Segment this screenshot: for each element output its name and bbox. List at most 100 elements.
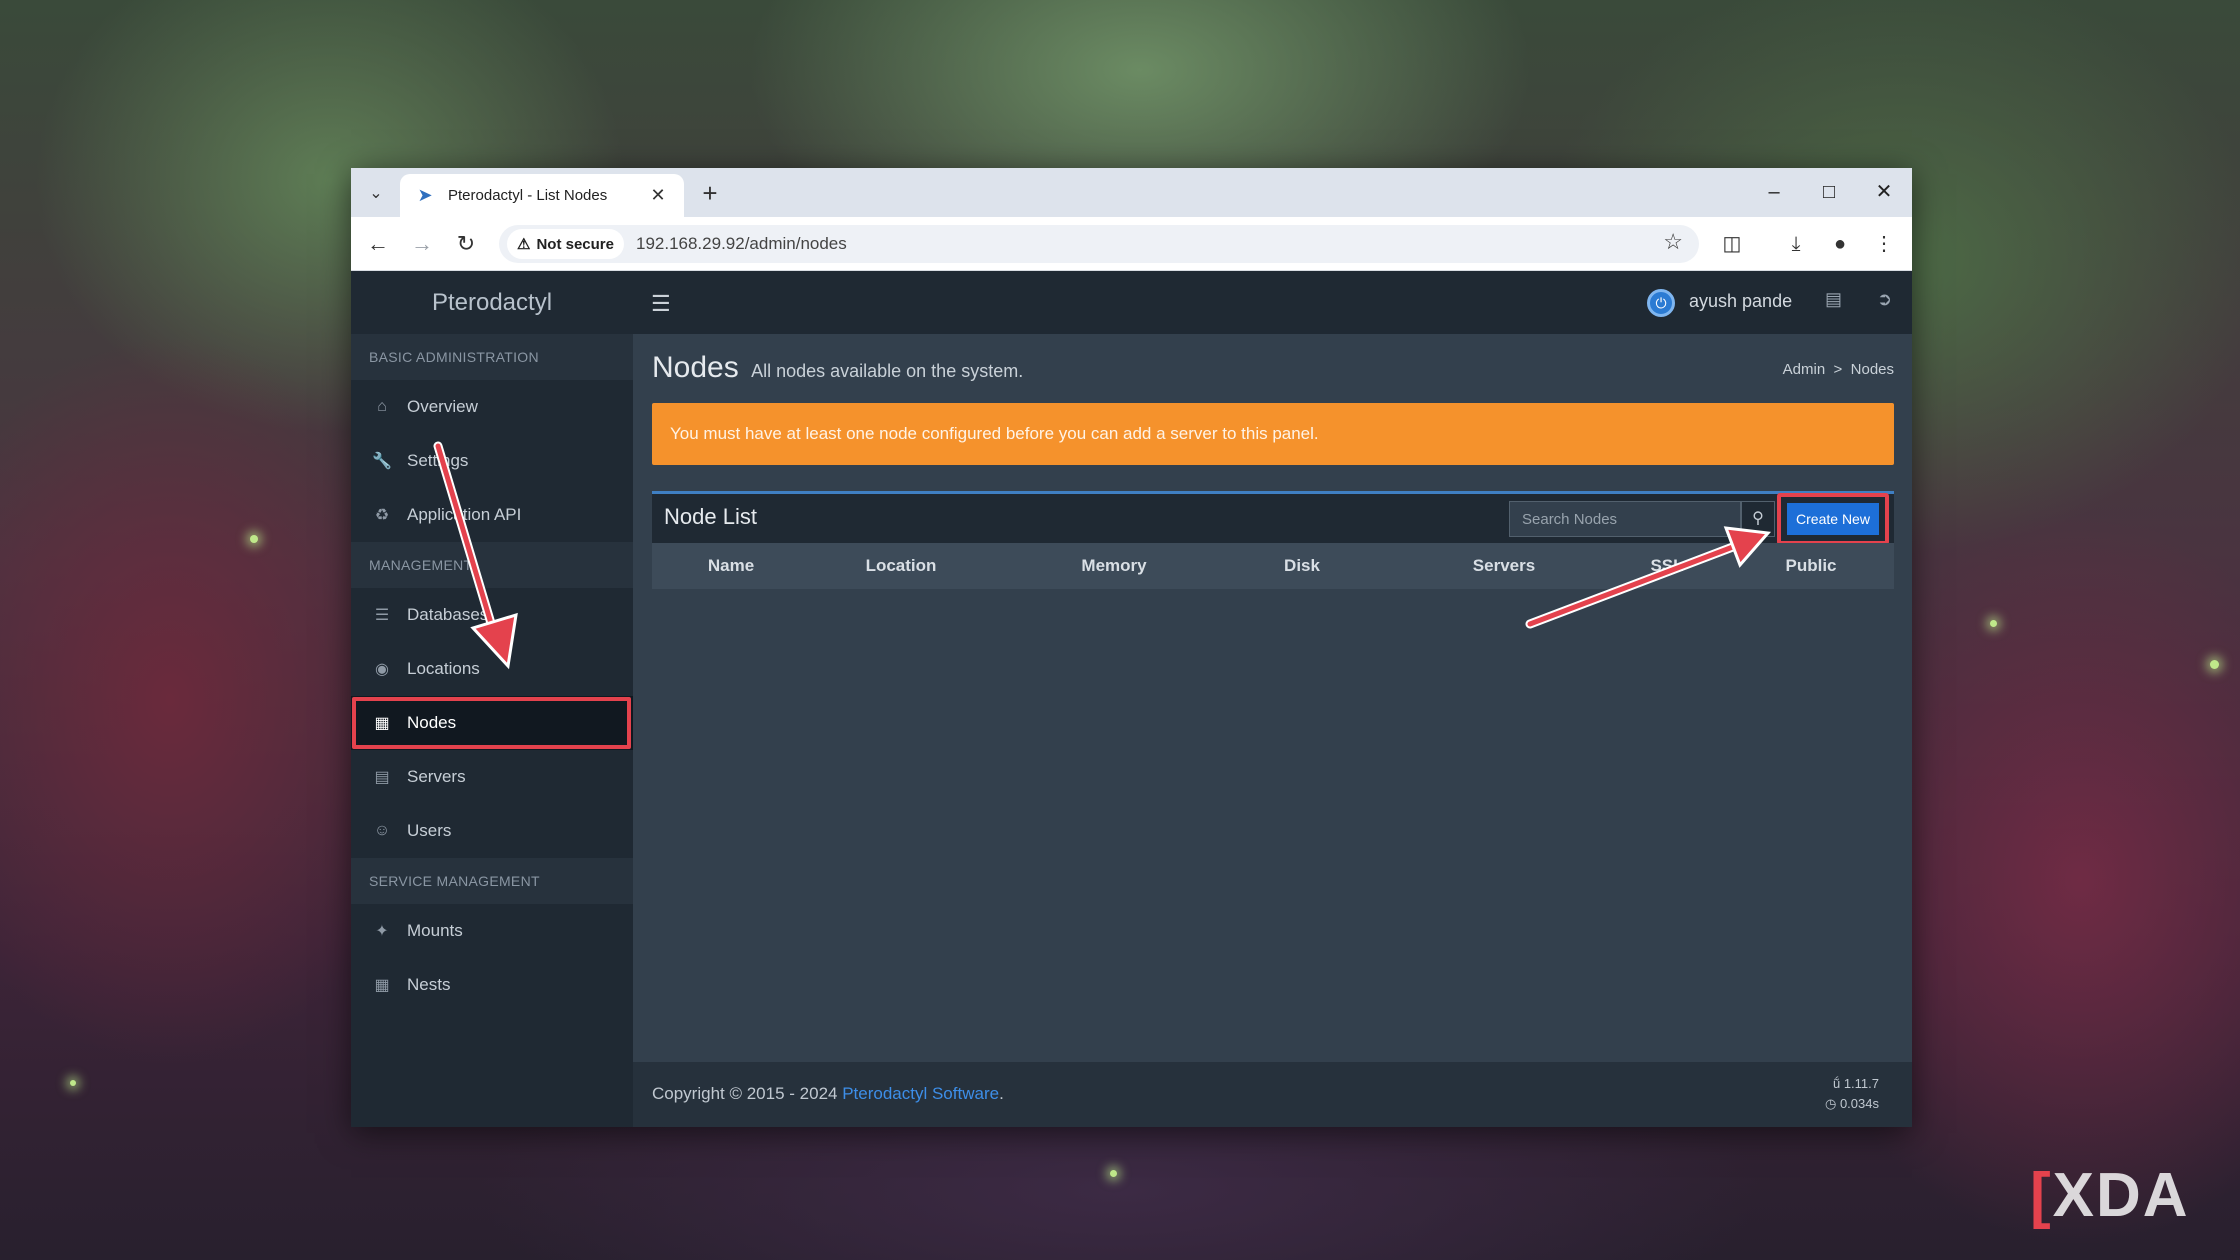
security-label: Not secure xyxy=(536,235,614,253)
maximize-icon[interactable]: □ xyxy=(1802,174,1856,210)
table-header: Name Location Memory Disk Servers SSL Pu… xyxy=(652,543,1894,589)
reload-icon[interactable]: ↻ xyxy=(449,227,483,261)
watermark-bracket-icon: [ xyxy=(2030,1161,2053,1230)
pterodactyl-app: Pterodactyl ☰ ⏻ ayush pande ▤ ➲ BASIC AD… xyxy=(351,271,1912,1127)
sidebar-item-locations[interactable]: ◉ Locations xyxy=(351,642,633,696)
magic-icon: ✦ xyxy=(375,923,389,940)
search-nodes-input[interactable] xyxy=(1509,501,1741,537)
new-tab-plus-icon[interactable]: + xyxy=(693,176,727,210)
sidebar-item-label: Nests xyxy=(407,975,451,994)
sidebar-section-header: BASIC ADMINISTRATION xyxy=(351,334,633,380)
sidebar-item-label: Application API xyxy=(407,505,522,524)
warning-triangle-icon: ⚠ xyxy=(517,236,531,253)
column-header-servers[interactable]: Servers xyxy=(1473,556,1535,576)
tab-search-chevron-icon[interactable]: ⌄ xyxy=(361,178,391,208)
watermark-text: XDA xyxy=(2052,1161,2190,1230)
admin-sidebar: BASIC ADMINISTRATION ⌂ Overview 🔧 Settin… xyxy=(351,334,633,1127)
breadcrumb-separator: > xyxy=(1833,361,1843,378)
sidebar-item-label: Locations xyxy=(407,659,480,678)
sign-out-icon[interactable]: ➲ xyxy=(1877,289,1892,310)
security-chip[interactable]: ⚠ Not secure xyxy=(507,229,624,259)
page-title: Nodes All nodes available on the system. xyxy=(652,351,1023,385)
column-header-disk[interactable]: Disk xyxy=(1284,556,1320,576)
background-glow xyxy=(1110,1170,1117,1177)
database-icon: ☰ xyxy=(374,607,390,624)
profile-avatar-icon[interactable]: ● xyxy=(1823,227,1857,261)
copyright-text: Copyright © 2015 - 2024 Pterodactyl Soft… xyxy=(652,1084,1004,1104)
code-branch-icon: ṹ xyxy=(1832,1076,1841,1091)
browser-menu-icon[interactable]: ⋮ xyxy=(1867,227,1901,261)
home-icon: ⌂ xyxy=(377,398,387,415)
sidebar-item-nodes[interactable]: ▦ Nodes xyxy=(351,696,633,750)
address-bar[interactable]: ⚠ Not secure 192.168.29.92/admin/nodes ☆ xyxy=(499,225,1699,263)
breadcrumb: Admin > Nodes xyxy=(1783,361,1894,378)
page-subtitle: All nodes available on the system. xyxy=(751,361,1024,381)
xda-watermark: [XDA xyxy=(2030,1160,2190,1231)
breadcrumb-admin[interactable]: Admin xyxy=(1783,361,1826,378)
version-number: 1.11.7 xyxy=(1843,1076,1879,1091)
sidebar-item-label: Users xyxy=(407,821,452,840)
globe-icon: ◉ xyxy=(375,661,389,678)
app-footer: Copyright © 2015 - 2024 Pterodactyl Soft… xyxy=(633,1062,1912,1127)
node-list-header: Node List ⚲ Create New xyxy=(652,491,1894,545)
pterodactyl-software-link[interactable]: Pterodactyl Software xyxy=(842,1084,999,1103)
sidebar-item-label: Servers xyxy=(407,767,466,786)
sidebar-item-label: Nodes xyxy=(407,713,457,732)
column-header-location[interactable]: Location xyxy=(866,556,937,576)
back-arrow-icon[interactable]: ← xyxy=(361,227,395,261)
app-header: Pterodactyl ☰ ⏻ ayush pande ▤ ➲ xyxy=(351,271,1912,334)
highlight-box xyxy=(352,697,631,749)
background-glow xyxy=(250,535,258,543)
user-avatar[interactable]: ⏻ xyxy=(1647,289,1675,317)
sidebar-item-application-api[interactable]: ♻ Application API xyxy=(351,488,633,542)
app-logo[interactable]: Pterodactyl xyxy=(351,271,633,334)
page-title-text: Nodes xyxy=(652,351,739,384)
sidebar-item-mounts[interactable]: ✦ Mounts xyxy=(351,904,633,958)
browser-toolbar: ← → ↻ ⚠ Not secure 192.168.29.92/admin/n… xyxy=(351,217,1912,271)
background-glow xyxy=(70,1080,76,1086)
sidebar-item-overview[interactable]: ⌂ Overview xyxy=(351,380,633,434)
user-name[interactable]: ayush pande xyxy=(1689,291,1792,312)
column-header-ssl[interactable]: SSL xyxy=(1650,556,1683,576)
sidebar-item-servers[interactable]: ▤ Servers xyxy=(351,750,633,804)
browser-tab[interactable]: ➤ Pterodactyl - List Nodes ✕ xyxy=(400,174,684,217)
users-icon: ☺ xyxy=(373,822,391,839)
url-text[interactable]: 192.168.29.92/admin/nodes xyxy=(636,234,847,254)
search-icon[interactable]: ⚲ xyxy=(1741,501,1775,537)
forward-arrow-icon[interactable]: → xyxy=(405,227,439,261)
sidebar-item-nests[interactable]: ▦ Nests xyxy=(351,958,633,1012)
bookmark-star-icon[interactable]: ☆ xyxy=(1663,229,1683,255)
sidebar-item-settings[interactable]: 🔧 Settings xyxy=(351,434,633,488)
column-header-memory[interactable]: Memory xyxy=(1081,556,1146,576)
sitemap-icon: ▦ xyxy=(374,715,390,732)
background-glow xyxy=(2210,660,2219,669)
column-header-public[interactable]: Public xyxy=(1785,556,1836,576)
download-icon[interactable]: ⤓ xyxy=(1779,227,1813,261)
background-glow xyxy=(1990,620,1997,627)
sidebar-item-databases[interactable]: ☰ Databases xyxy=(351,588,633,642)
sidebar-item-label: Overview xyxy=(407,397,478,416)
server-icon: ▤ xyxy=(374,769,390,786)
browser-titlebar: ⌄ ➤ Pterodactyl - List Nodes ✕ + – □ ✕ xyxy=(351,168,1912,217)
tab-close-icon[interactable]: ✕ xyxy=(646,185,670,206)
copyright-suffix: . xyxy=(999,1084,1004,1103)
close-window-icon[interactable]: ✕ xyxy=(1857,174,1911,210)
warning-alert: You must have at least one node configur… xyxy=(652,403,1894,465)
sidebar-toggle-icon[interactable]: ☰ xyxy=(651,291,671,317)
create-new-highlight: Create New xyxy=(1777,493,1889,545)
gamepad-icon: ♻ xyxy=(374,507,390,524)
minimize-icon[interactable]: – xyxy=(1747,174,1801,210)
sidebar-item-users[interactable]: ☺ Users xyxy=(351,804,633,858)
th-large-icon: ▦ xyxy=(374,977,390,994)
sidebar-item-label: Databases xyxy=(407,605,489,624)
node-list-box: Node List ⚲ Create New Name Location Mem… xyxy=(652,491,1894,591)
server-list-icon[interactable]: ▤ xyxy=(1825,289,1842,310)
node-list-title: Node List xyxy=(664,504,757,529)
extensions-puzzle-icon[interactable]: ◫ xyxy=(1715,227,1749,261)
wrench-icon: 🔧 xyxy=(372,453,392,470)
sidebar-item-label: Settings xyxy=(407,451,469,470)
create-new-button[interactable]: Create New xyxy=(1787,503,1879,535)
sidebar-item-label: Mounts xyxy=(407,921,463,940)
render-time: 0.034s xyxy=(1839,1096,1879,1111)
column-header-name[interactable]: Name xyxy=(708,556,754,576)
